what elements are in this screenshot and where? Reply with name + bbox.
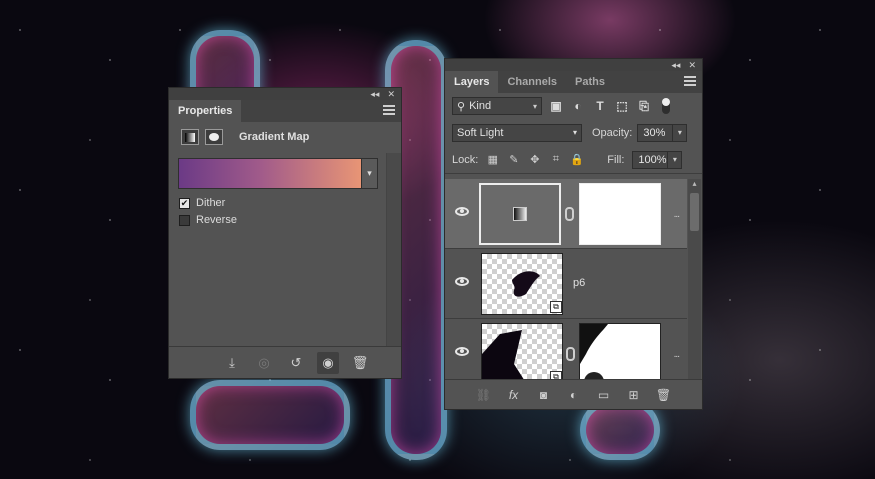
trash-icon[interactable]: 🗑	[656, 387, 672, 403]
reverse-checkbox[interactable]	[179, 214, 190, 226]
layer-row[interactable]: ...	[445, 179, 687, 249]
properties-title: Gradient Map	[239, 131, 310, 143]
gradient-picker[interactable]: ▾	[178, 158, 378, 189]
scrollbar-thumb[interactable]	[690, 193, 699, 231]
shape-filter-icon[interactable]: ⬚	[614, 98, 630, 114]
visibility-eye-icon[interactable]	[455, 207, 469, 216]
dither-checkbox[interactable]: ✔	[179, 197, 190, 209]
panel-menu-icon[interactable]	[383, 105, 395, 115]
layer-list: ... ⧉ p6 ⧉ ...	[445, 179, 687, 379]
link-icon[interactable]	[566, 347, 575, 361]
blend-mode-select[interactable]: Soft Light ▾	[452, 123, 582, 142]
lock-transparent-pixels-icon[interactable]: ▦	[486, 153, 499, 166]
opacity-label: Opacity:	[592, 126, 633, 139]
tab-paths[interactable]: Paths	[566, 71, 614, 93]
tab-layers[interactable]: Layers	[445, 71, 499, 93]
reset-icon[interactable]: ↺	[285, 352, 307, 374]
search-icon: ⚲	[457, 100, 466, 113]
lock-all-icon[interactable]: 🔒	[570, 153, 584, 166]
trash-icon[interactable]: 🗑	[349, 352, 371, 374]
chevron-down-icon[interactable]: ▾	[672, 124, 686, 141]
mask-mode-icon[interactable]	[205, 129, 223, 145]
filter-kind-value: Kind	[469, 100, 492, 112]
fill-field[interactable]: 100% ▾	[632, 150, 683, 169]
visibility-icon[interactable]: ◉	[317, 351, 339, 374]
properties-header: Gradient Map	[169, 122, 401, 152]
chevron-down-icon[interactable]: ▾	[667, 151, 681, 168]
fill-value[interactable]: 100%	[633, 154, 667, 166]
layer-name[interactable]: p6	[573, 277, 585, 289]
lock-artboard-icon[interactable]: ⌗	[549, 153, 562, 166]
blend-mode-value: Soft Light	[457, 126, 504, 139]
lock-position-icon[interactable]: ✥	[528, 153, 541, 166]
new-adjustment-icon[interactable]: ◐	[566, 387, 582, 403]
tab-properties[interactable]: Properties	[169, 100, 242, 122]
link-layers-icon[interactable]: ⛓	[476, 387, 492, 403]
visibility-eye-icon[interactable]	[455, 277, 469, 286]
tab-channels[interactable]: Channels	[498, 71, 566, 93]
layer-mask-thumbnail[interactable]	[579, 183, 661, 245]
add-mask-icon[interactable]: ◙	[536, 387, 552, 403]
layer-row[interactable]: ⧉ ...	[445, 319, 687, 379]
collapse-icon[interactable]: ◂◂	[370, 89, 379, 100]
smart-object-badge-icon: ⧉	[550, 301, 562, 313]
adjustment-thumbnail[interactable]	[479, 183, 561, 245]
panel-menu-icon[interactable]	[684, 76, 696, 86]
blend-row: Soft Light ▾ Opacity: 30% ▾	[445, 119, 702, 146]
chevron-up-icon[interactable]: ▴	[688, 179, 701, 191]
close-panel-icon[interactable]: ✕	[387, 89, 395, 100]
properties-panel-topbar: ◂◂ ✕	[169, 88, 401, 100]
properties-tab-bar: Properties	[169, 100, 401, 122]
layers-tab-bar: Layers Channels Paths	[445, 71, 702, 93]
reverse-option[interactable]: Reverse	[179, 214, 237, 226]
pixel-filter-icon[interactable]: ▣	[548, 98, 564, 114]
lock-label: Lock:	[452, 153, 479, 166]
layer-row[interactable]: ⧉ p6	[445, 249, 687, 319]
chevron-down-icon: ▾	[572, 128, 577, 137]
new-group-icon[interactable]: ▭	[596, 387, 612, 403]
adjustment-filter-icon[interactable]: ◐	[570, 98, 586, 114]
layers-scrollbar[interactable]: ▴	[688, 179, 701, 379]
smart-object-filter-icon[interactable]: ⎘	[636, 98, 652, 114]
view-previous-state-icon[interactable]: ◎	[253, 352, 275, 374]
layers-footer: ⛓ fx ◙ ◐ ▭ ⊞ 🗑	[445, 379, 702, 409]
clip-to-layer-icon[interactable]: ⤓	[221, 352, 243, 374]
opacity-value[interactable]: 30%	[638, 127, 672, 139]
visibility-eye-icon[interactable]	[455, 347, 469, 356]
opacity-field[interactable]: 30% ▾	[637, 123, 688, 142]
layers-panel: ◂◂ ✕ Layers Channels Paths ⚲ Kind ▾ ▣ ◐ …	[444, 58, 703, 410]
properties-body: ▾ ✔ Dither Reverse	[169, 153, 401, 346]
layer-mask-thumbnail[interactable]	[579, 323, 661, 379]
more-icon: ...	[673, 349, 680, 360]
filter-kind-select[interactable]: ⚲ Kind ▾	[452, 97, 542, 115]
link-icon[interactable]	[565, 207, 574, 221]
lock-image-pixels-icon[interactable]: ✎	[507, 153, 520, 166]
properties-panel: ◂◂ ✕ Properties Gradient Map ▾ ✔ Dither …	[168, 87, 402, 379]
collapse-icon[interactable]: ◂◂	[671, 60, 680, 71]
close-panel-icon[interactable]: ✕	[688, 60, 696, 71]
layers-panel-topbar: ◂◂ ✕	[445, 59, 702, 71]
filter-toggle[interactable]	[662, 98, 670, 114]
adjustment-mode-icon[interactable]	[181, 129, 199, 145]
chevron-down-icon: ▾	[532, 101, 537, 111]
chevron-down-icon[interactable]: ▾	[361, 159, 377, 188]
more-icon: ...	[673, 209, 680, 220]
smart-object-badge-icon: ⧉	[550, 371, 562, 379]
mask-shape-icon	[580, 324, 608, 379]
fx-icon[interactable]: fx	[506, 387, 522, 403]
gradient-preview[interactable]	[179, 159, 361, 188]
dither-label: Dither	[196, 197, 226, 209]
properties-scrollbar[interactable]	[386, 153, 401, 346]
lock-row: Lock: ▦ ✎ ✥ ⌗ 🔒 Fill: 100% ▾	[445, 146, 702, 174]
properties-footer: ⤓ ◎ ↺ ◉ 🗑	[169, 346, 401, 378]
type-filter-icon[interactable]: T	[592, 98, 608, 114]
reverse-label: Reverse	[196, 214, 237, 226]
dither-option[interactable]: ✔ Dither	[179, 197, 225, 209]
layer-filter-row: ⚲ Kind ▾ ▣ ◐ T ⬚ ⎘	[445, 93, 702, 119]
canvas-artwork-letter-3	[190, 380, 350, 450]
new-layer-icon[interactable]: ⊞	[626, 387, 642, 403]
fill-label: Fill:	[607, 153, 625, 166]
